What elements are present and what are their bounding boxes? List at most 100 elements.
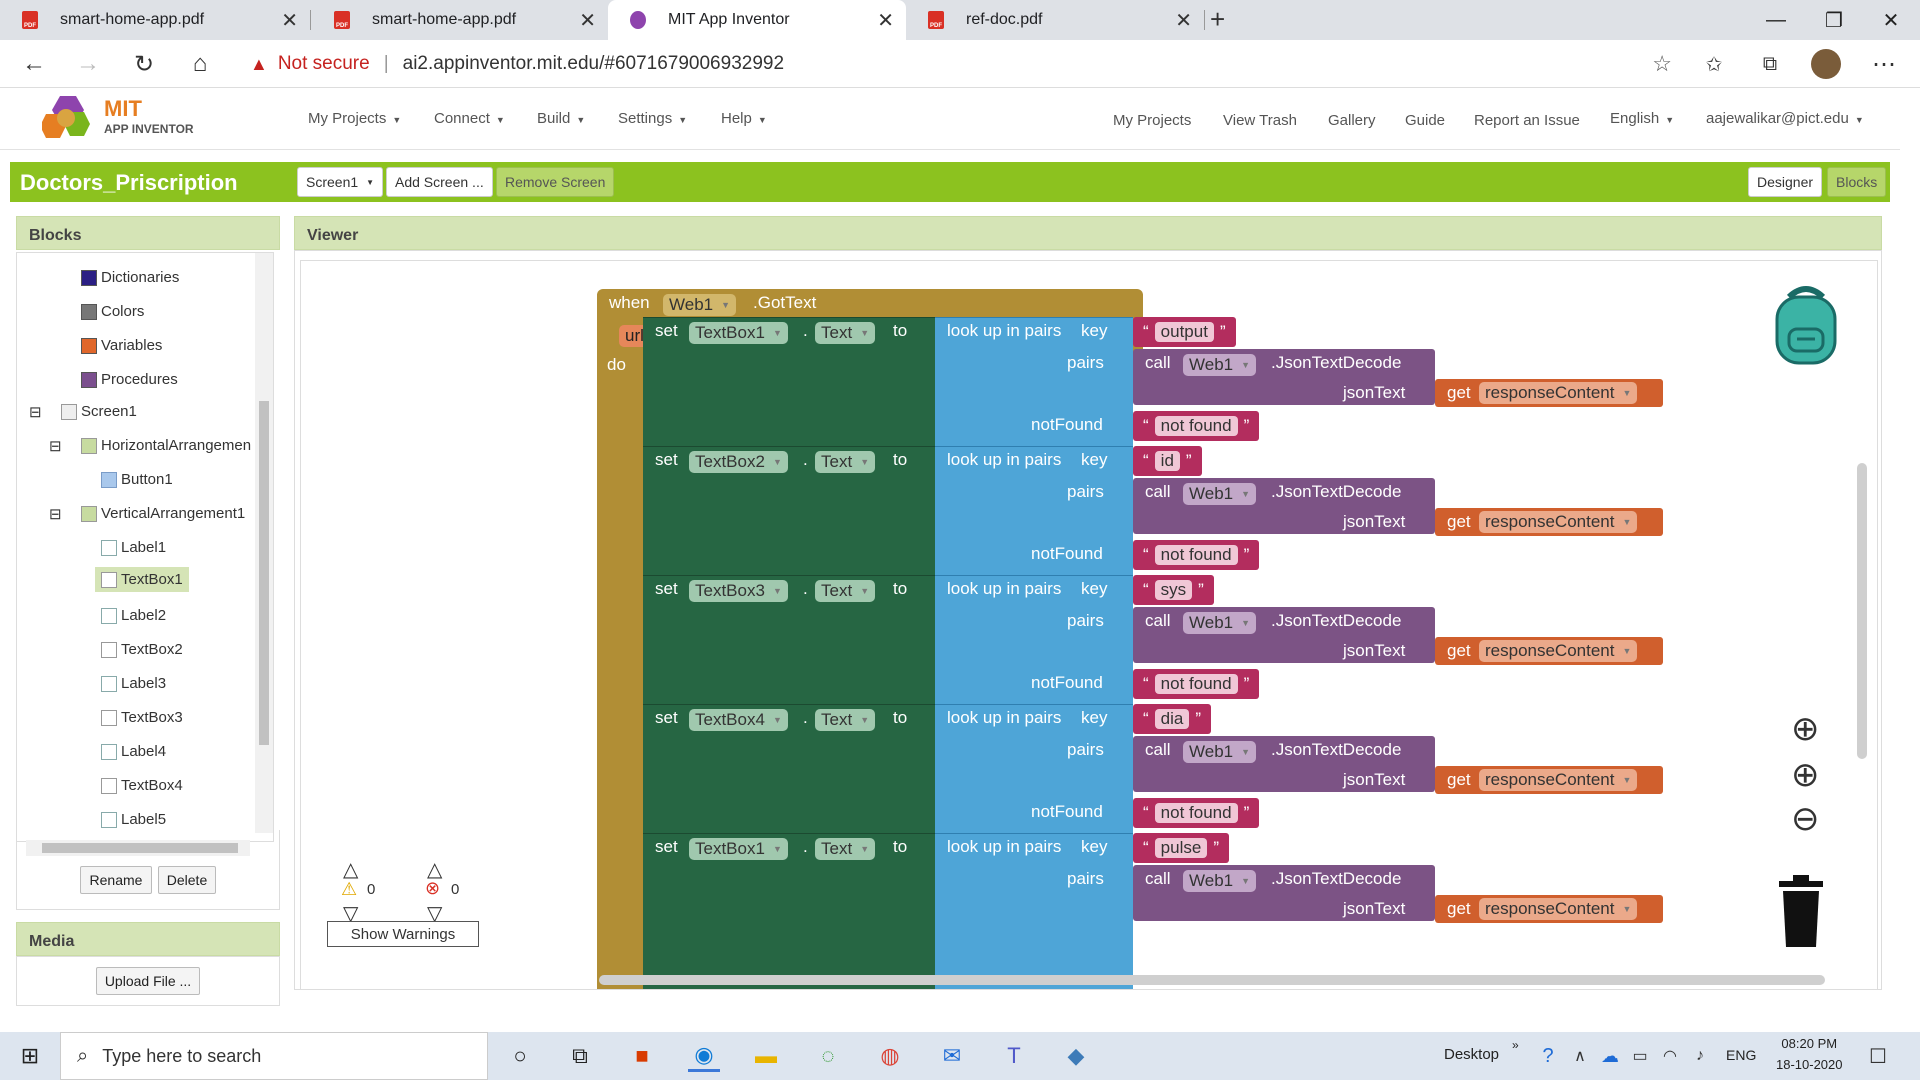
set-property-dropdown[interactable]: Text ▼ xyxy=(815,451,876,473)
blocks-button[interactable]: Blocks xyxy=(1827,167,1887,197)
zoom-in-icon[interactable]: ⊕ xyxy=(1791,755,1820,795)
teams-icon[interactable]: T xyxy=(998,1040,1030,1072)
set-property-dropdown[interactable]: Text ▼ xyxy=(815,580,876,602)
menu-connect[interactable]: Connect ▼ xyxy=(434,110,505,127)
delete-button[interactable]: Delete xyxy=(158,866,216,894)
scrollbar-thumb[interactable] xyxy=(259,401,269,745)
set-component-dropdown[interactable]: TextBox2 ▼ xyxy=(689,451,788,473)
wifi-icon[interactable]: ◠ xyxy=(1654,1040,1686,1072)
collapse-icon[interactable]: ⊟ xyxy=(49,437,62,455)
minimize-icon[interactable]: — xyxy=(1747,0,1805,40)
tree-vertical-scrollbar[interactable] xyxy=(255,253,273,833)
collapse-icon[interactable]: ⊟ xyxy=(49,505,62,523)
tree-item-label4[interactable]: Label4 xyxy=(101,743,166,760)
set-component-dropdown[interactable]: TextBox1 ▼ xyxy=(689,838,788,860)
get-variable-dropdown[interactable]: responseContent ▼ xyxy=(1479,898,1638,920)
notfound-text-value[interactable]: not found xyxy=(1154,545,1238,565)
address-bar[interactable]: ▲ Not secure | ai2.appinventor.mit.edu/#… xyxy=(236,44,1682,84)
tree-item-label1[interactable]: Label1 xyxy=(101,539,166,556)
workspace-v-scrollbar[interactable] xyxy=(1857,463,1867,759)
get-variable-dropdown[interactable]: responseContent ▼ xyxy=(1479,769,1638,791)
task-view-icon[interactable]: ⧉ xyxy=(564,1040,596,1072)
menu-build[interactable]: Build ▼ xyxy=(537,110,585,127)
notfound-text-block[interactable]: “not found” xyxy=(1133,411,1260,441)
show-warnings-button[interactable]: Show Warnings xyxy=(327,921,479,947)
collections-icon[interactable]: ⧉ xyxy=(1752,46,1788,82)
key-text-value[interactable]: sys xyxy=(1154,580,1193,600)
link-my-projects[interactable]: My Projects xyxy=(1113,112,1191,129)
set-block[interactable] xyxy=(643,317,935,450)
screen-select[interactable]: Screen1 ▼ xyxy=(297,167,384,197)
tree-item-textbox4[interactable]: TextBox4 xyxy=(101,777,183,794)
tree-item-procedures[interactable]: Procedures xyxy=(81,371,178,388)
tree-item-label2[interactable]: Label2 xyxy=(101,607,166,624)
call-component-dropdown[interactable]: Web1 ▼ xyxy=(1183,612,1257,634)
link-report-issue[interactable]: Report an Issue xyxy=(1474,112,1580,129)
user-menu[interactable]: aajewalikar@pict.edu ▼ xyxy=(1706,110,1864,127)
remove-screen-button[interactable]: Remove Screen xyxy=(496,167,615,197)
mail-icon[interactable]: ✉ xyxy=(936,1040,968,1072)
link-view-trash[interactable]: View Trash xyxy=(1223,112,1297,129)
menu-settings[interactable]: Settings ▼ xyxy=(618,110,687,127)
browser-tab[interactable]: PDF smart-home-app.pdf ✕ xyxy=(312,0,608,40)
call-component-dropdown[interactable]: Web1 ▼ xyxy=(1183,870,1257,892)
profile-avatar[interactable] xyxy=(1808,46,1844,82)
volume-icon[interactable]: ♪ xyxy=(1684,1040,1716,1072)
tree-item-textbox3[interactable]: TextBox3 xyxy=(101,709,183,726)
close-tab-icon[interactable]: ✕ xyxy=(579,8,596,33)
new-tab-icon[interactable]: + xyxy=(1210,4,1225,35)
get-variable-dropdown[interactable]: responseContent ▼ xyxy=(1479,640,1638,662)
trash-icon[interactable] xyxy=(1775,875,1827,949)
security-label[interactable]: Not secure xyxy=(278,53,370,75)
app-inventor-logo[interactable] xyxy=(40,94,102,142)
back-icon[interactable]: ← xyxy=(16,46,52,82)
menu-help[interactable]: Help ▼ xyxy=(721,110,767,127)
maximize-icon[interactable]: ❐ xyxy=(1805,0,1863,40)
tree-item-horizontal-arrangement[interactable]: HorizontalArrangemen xyxy=(81,437,251,454)
chrome-icon[interactable]: ◍ xyxy=(874,1040,906,1072)
link-guide[interactable]: Guide xyxy=(1405,112,1445,129)
tree-item-label5[interactable]: Label5 xyxy=(101,811,166,828)
notfound-text-block[interactable]: “not found” xyxy=(1133,669,1260,699)
toolbar-expand-icon[interactable]: » xyxy=(1512,1038,1519,1052)
add-screen-button[interactable]: Add Screen ... xyxy=(386,167,493,197)
favorites-icon[interactable]: ✩ xyxy=(1696,46,1732,82)
event-component-dropdown[interactable]: Web1 ▼ xyxy=(663,294,737,316)
help-icon[interactable]: ? xyxy=(1532,1040,1564,1072)
key-text-block[interactable]: “output” xyxy=(1133,317,1236,347)
desktop-toolbar[interactable]: Desktop xyxy=(1444,1046,1499,1063)
set-property-dropdown[interactable]: Text ▼ xyxy=(815,838,876,860)
notfound-text-block[interactable]: “not found” xyxy=(1133,798,1260,828)
call-component-dropdown[interactable]: Web1 ▼ xyxy=(1183,741,1257,763)
set-block[interactable] xyxy=(643,704,935,837)
close-window-icon[interactable]: ✕ xyxy=(1862,0,1920,40)
tray-chevron-icon[interactable]: ∧ xyxy=(1564,1040,1596,1072)
tree-item-dictionaries[interactable]: Dictionaries xyxy=(81,269,179,286)
recenter-icon[interactable]: ⊕ xyxy=(1791,709,1820,749)
office-icon[interactable]: ■ xyxy=(626,1040,658,1072)
home-icon[interactable]: ⌂ xyxy=(182,46,218,82)
designer-button[interactable]: Designer xyxy=(1748,167,1823,197)
set-property-dropdown[interactable]: Text ▼ xyxy=(815,322,876,344)
close-tab-icon[interactable]: ✕ xyxy=(1175,8,1192,33)
notifications-icon[interactable]: ☐ xyxy=(1862,1040,1894,1072)
backpack-icon[interactable] xyxy=(1761,279,1851,369)
key-text-block[interactable]: “id” xyxy=(1133,446,1202,476)
call-component-dropdown[interactable]: Web1 ▼ xyxy=(1183,483,1257,505)
tree-item-vertical-arrangement[interactable]: VerticalArrangement1 xyxy=(81,505,245,522)
set-block[interactable] xyxy=(643,446,935,579)
rename-button[interactable]: Rename xyxy=(80,866,152,894)
set-property-dropdown[interactable]: Text ▼ xyxy=(815,709,876,731)
menu-my-projects[interactable]: My Projects ▼ xyxy=(308,110,401,127)
key-text-value[interactable]: id xyxy=(1154,451,1180,471)
notfound-text-block[interactable]: “not found” xyxy=(1133,540,1260,570)
browser-tab-active[interactable]: MIT App Inventor ✕ xyxy=(608,0,906,40)
call-component-dropdown[interactable]: Web1 ▼ xyxy=(1183,354,1257,376)
get-variable-dropdown[interactable]: responseContent ▼ xyxy=(1479,382,1638,404)
tree-item-button1[interactable]: Button1 xyxy=(101,471,173,488)
tree-item-textbox2[interactable]: TextBox2 xyxy=(101,641,183,658)
file-explorer-icon[interactable]: ▬ xyxy=(750,1040,782,1072)
tree-item-variables[interactable]: Variables xyxy=(81,337,162,354)
more-icon[interactable]: ⋯ xyxy=(1866,46,1902,82)
forward-icon[interactable]: → xyxy=(70,46,106,82)
